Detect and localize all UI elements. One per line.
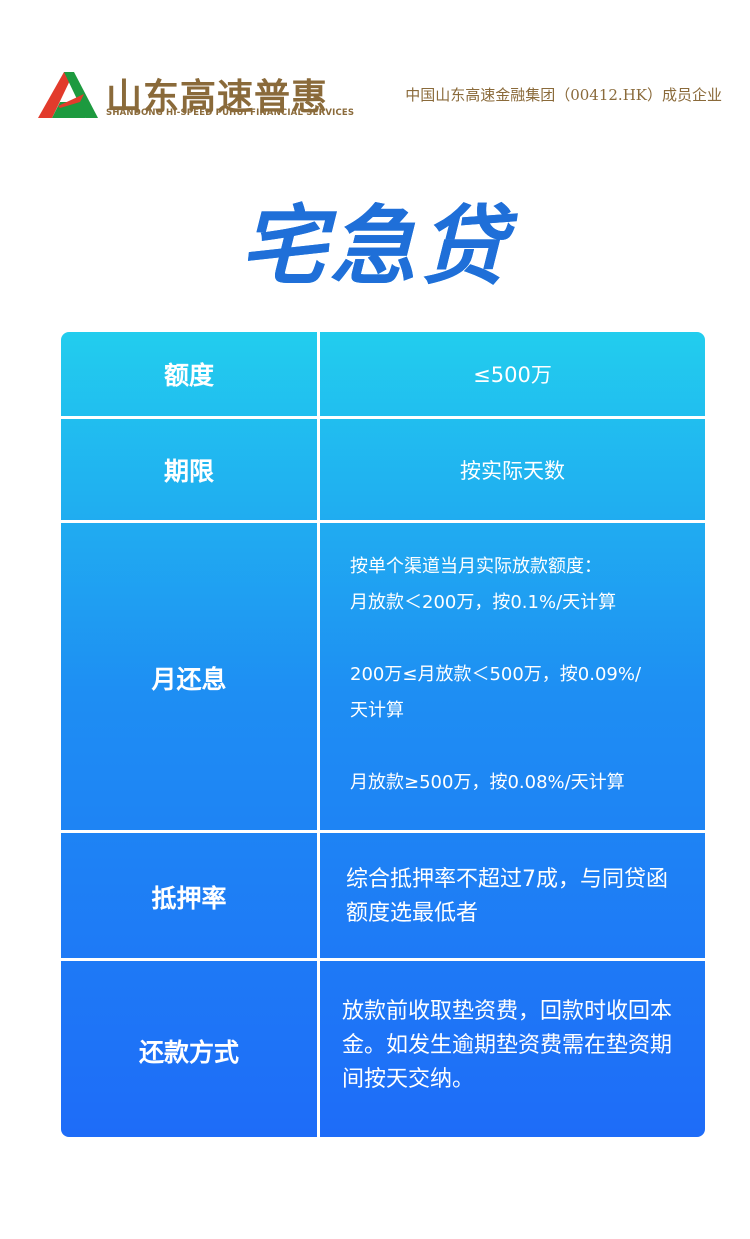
group-affiliation: 中国山东高速金融集团（00412.HK）成员企业 <box>405 86 722 104</box>
rate-line: 月放款＜200万，按0.1%/天计算 <box>350 592 617 613</box>
row-label: 还款方式 <box>138 1037 239 1067</box>
rate-line: 按单个渠道当月实际放款额度： <box>350 556 602 577</box>
rate-line: 月放款≥500万，按0.08%/天计算 <box>350 772 625 793</box>
row-label: 月还息 <box>151 665 227 694</box>
row-value: 按实际天数 <box>460 458 565 483</box>
row-value: 放款前收取垫资费，回款时收回本金。如发生逾期垫资费需在垫资期间按天交纳。 <box>342 999 673 1092</box>
table-row-amount: 额度 ≤500万 <box>61 332 705 416</box>
row-label: 抵押率 <box>151 883 227 913</box>
row-label: 额度 <box>163 361 214 390</box>
table-row-monthly-interest: 月还息 按单个渠道当月实际放款额度： 月放款＜200万，按0.1%/天计算 20… <box>61 520 705 833</box>
table-row-term: 期限 按实际天数 <box>61 416 705 520</box>
product-title-text: 宅急贷 <box>240 197 510 297</box>
table-row-mortgage-rate: 抵押率 综合抵押率不超过7成，与同贷函额度选最低者 <box>61 830 705 960</box>
rate-line: 天计算 <box>350 700 404 721</box>
table-row-repayment: 还款方式 放款前收取垫资费，回款时收回本金。如发生逾期垫资费需在垫资期间按天交纳… <box>61 958 705 1137</box>
company-logo: 山东高速普惠 SHANDONG HI-SPEED PUHUI FINANCIAL… <box>38 68 354 120</box>
row-value: 综合抵押率不超过7成，与同贷函额度选最低者 <box>346 866 668 926</box>
row-value-lines: 按单个渠道当月实际放款额度： 月放款＜200万，按0.1%/天计算 200万≤月… <box>320 523 705 833</box>
header: 山东高速普惠 SHANDONG HI-SPEED PUHUI FINANCIAL… <box>0 0 750 140</box>
product-table: 额度 ≤500万 期限 按实际天数 月还息 按单个渠道当月实际放款额度： 月放款… <box>61 332 705 1137</box>
logo-mark-icon <box>38 72 98 118</box>
row-value: ≤500万 <box>473 363 552 387</box>
product-title: 宅急贷 <box>0 176 750 301</box>
rate-line: 200万≤月放款＜500万，按0.09%/ <box>350 664 642 685</box>
logo-subtitle: SHANDONG HI-SPEED PUHUI FINANCIAL SERVIC… <box>106 108 355 118</box>
row-label: 期限 <box>163 456 214 486</box>
